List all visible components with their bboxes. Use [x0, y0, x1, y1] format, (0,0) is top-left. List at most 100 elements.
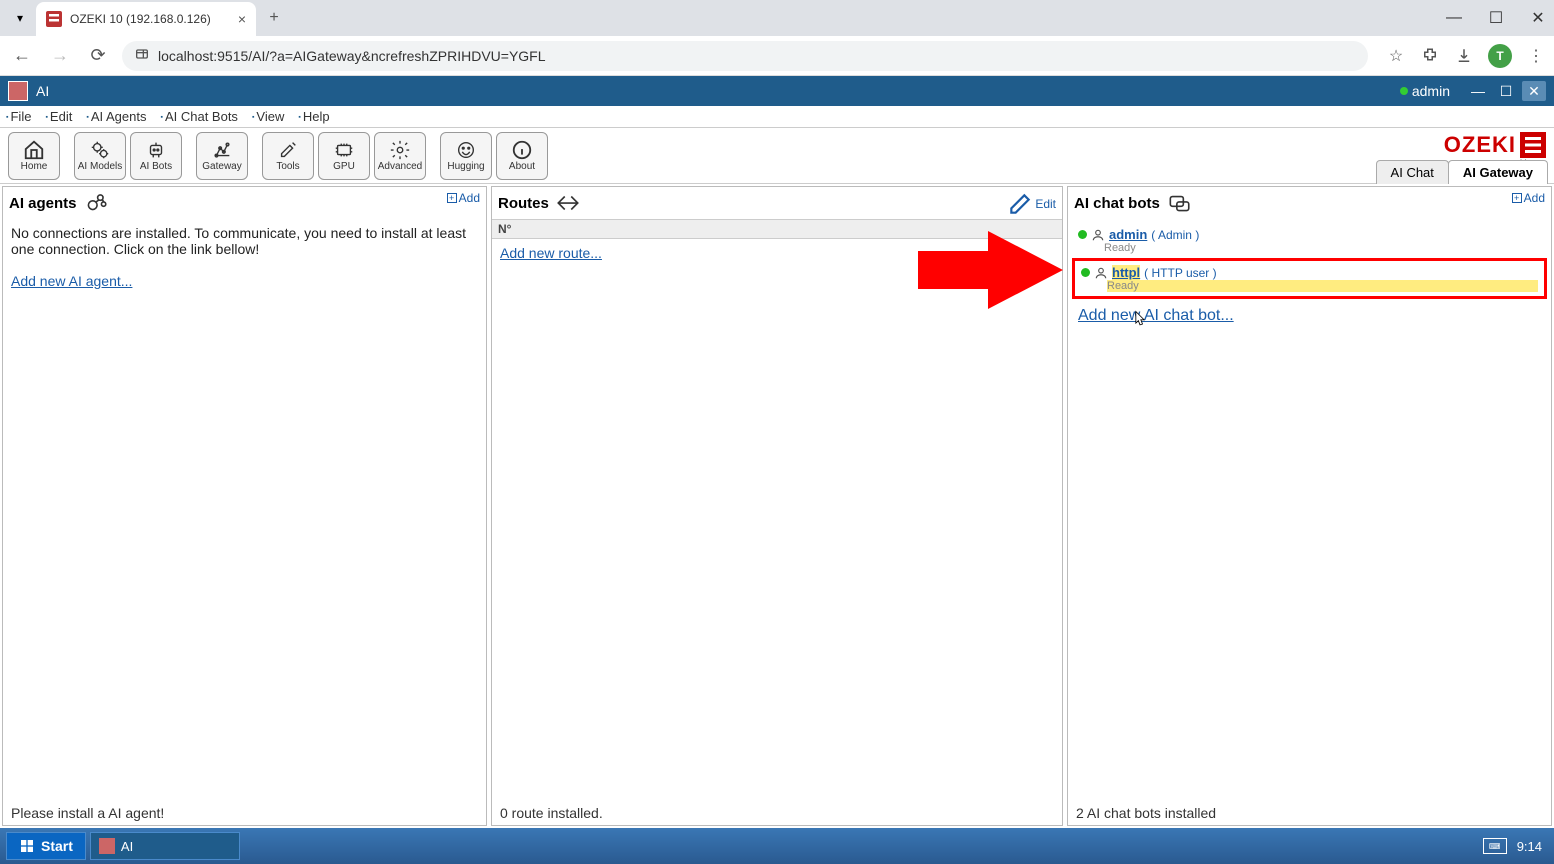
agents-icon: [83, 190, 109, 216]
clock[interactable]: 9:14: [1517, 839, 1542, 854]
ai-bots-label: AI Bots: [140, 161, 172, 172]
forward-button[interactable]: →: [46, 42, 74, 70]
app-icon: [8, 81, 28, 101]
extensions-icon[interactable]: [1420, 46, 1440, 66]
new-tab-button[interactable]: +: [260, 4, 288, 32]
reload-button[interactable]: ⟳: [84, 42, 112, 70]
advanced-button[interactable]: Advanced: [374, 132, 426, 180]
status-dot-icon: [1078, 230, 1087, 239]
app-minimize-icon[interactable]: —: [1466, 81, 1490, 101]
browser-toolbar: ← → ⟳ ☆ T ⋮: [0, 36, 1554, 76]
plus-icon: +: [447, 193, 457, 203]
app-user-label[interactable]: admin: [1412, 83, 1450, 99]
app-close-icon[interactable]: ✕: [1522, 81, 1546, 101]
chatbot-item-http[interactable]: httpl ( HTTP user ) Ready: [1072, 258, 1547, 299]
address-bar[interactable]: [122, 41, 1368, 71]
menu-help[interactable]: Help: [298, 109, 329, 124]
app-maximize-icon[interactable]: ☐: [1494, 81, 1518, 101]
tab-search-dropdown[interactable]: ▾: [8, 6, 32, 30]
task-icon: [99, 838, 115, 854]
app-title: AI: [36, 83, 49, 99]
bookmark-icon[interactable]: ☆: [1386, 46, 1406, 66]
home-icon: [23, 139, 45, 161]
routes-edit-link[interactable]: Edit: [1007, 191, 1056, 217]
person-icon: [1094, 266, 1108, 280]
status-dot-icon: [1081, 268, 1090, 277]
about-button[interactable]: About: [496, 132, 548, 180]
advanced-label: Advanced: [378, 161, 422, 172]
tools-button[interactable]: Tools: [262, 132, 314, 180]
system-tray: ⌨ 9:14: [1483, 838, 1542, 854]
browser-tab-strip: ▾ OZEKI 10 (192.168.0.126) × + — ☐ ✕: [0, 0, 1554, 36]
gateway-label: Gateway: [202, 161, 241, 172]
menu-file[interactable]: File: [6, 109, 31, 124]
window-maximize-icon[interactable]: ☐: [1484, 6, 1508, 30]
chatbot-name[interactable]: httpl: [1112, 265, 1140, 280]
gears-icon: [89, 139, 111, 161]
chatbot-type: Admin: [1158, 228, 1192, 242]
chatbot-name[interactable]: admin: [1109, 227, 1147, 242]
keyboard-icon[interactable]: ⌨: [1483, 838, 1507, 854]
gateway-icon: [211, 139, 233, 161]
home-button[interactable]: Home: [8, 132, 60, 180]
chatbot-type: HTTP user: [1152, 266, 1210, 280]
browser-tab[interactable]: OZEKI 10 (192.168.0.126) ×: [36, 2, 256, 36]
menu-ai-chat-bots[interactable]: AI Chat Bots: [160, 109, 237, 124]
menu-ai-agents[interactable]: AI Agents: [86, 109, 146, 124]
hugging-button[interactable]: Hugging: [440, 132, 492, 180]
menu-edit[interactable]: Edit: [45, 109, 72, 124]
ai-chatbots-pane: AI chat bots +Add admin ( Admin ) Ready …: [1067, 186, 1552, 826]
taskbar: Start AI ⌨ 9:14: [0, 828, 1554, 864]
browser-actions: ☆ T ⋮: [1386, 44, 1546, 68]
menubar: File Edit AI Agents AI Chat Bots View He…: [0, 106, 1554, 128]
ai-models-label: AI Models: [78, 161, 122, 172]
ai-chatbots-add-link[interactable]: +Add: [1512, 191, 1545, 205]
window-minimize-icon[interactable]: —: [1442, 6, 1466, 30]
about-label: About: [509, 161, 535, 172]
url-input[interactable]: [158, 48, 1356, 64]
annotation-arrow: [918, 231, 1063, 309]
window-controls: — ☐ ✕: [1442, 6, 1550, 30]
gateway-button[interactable]: Gateway: [196, 132, 248, 180]
tab-title: OZEKI 10 (192.168.0.126): [70, 12, 230, 26]
app-titlebar: AI admin — ☐ ✕: [0, 76, 1554, 106]
tab-favicon: [46, 11, 62, 27]
start-label: Start: [41, 838, 73, 854]
ai-models-button[interactable]: AI Models: [74, 132, 126, 180]
chatbot-status: Ready: [1107, 280, 1538, 292]
hugging-label: Hugging: [447, 161, 484, 172]
tab-ai-gateway[interactable]: AI Gateway: [1448, 160, 1548, 184]
back-button[interactable]: ←: [8, 42, 36, 70]
routes-title: Routes: [498, 195, 549, 212]
ai-agents-add-link[interactable]: +Add: [447, 191, 480, 205]
logo-icon: [1520, 132, 1546, 158]
gpu-icon: [333, 139, 355, 161]
logo-brand: OZEKI: [1444, 132, 1516, 158]
chrome-menu-icon[interactable]: ⋮: [1526, 46, 1546, 66]
menu-view[interactable]: View: [252, 109, 284, 124]
gpu-label: GPU: [333, 161, 355, 172]
chatbot-item-admin[interactable]: admin ( Admin ) Ready: [1072, 223, 1547, 258]
taskbar-task-ai[interactable]: AI: [90, 832, 240, 860]
start-button[interactable]: Start: [6, 832, 86, 860]
add-chatbot-link[interactable]: Add new AI chat bot...: [1078, 307, 1234, 324]
tab-close-icon[interactable]: ×: [238, 11, 246, 27]
ai-agents-pane: AI agents +Add No connections are instal…: [2, 186, 487, 826]
add-route-link[interactable]: Add new route...: [500, 245, 602, 261]
ai-agents-footer: Please install a AI agent!: [3, 801, 486, 825]
profile-avatar[interactable]: T: [1488, 44, 1512, 68]
ai-bots-button[interactable]: AI Bots: [130, 132, 182, 180]
mode-tabs: AI Chat AI Gateway: [1377, 160, 1548, 184]
tab-ai-chat[interactable]: AI Chat: [1376, 160, 1449, 184]
add-ai-agent-link[interactable]: Add new AI agent...: [11, 273, 132, 289]
routes-icon: [555, 190, 581, 216]
downloads-icon[interactable]: [1454, 46, 1474, 66]
chatbots-icon: [1166, 190, 1192, 216]
window-close-icon[interactable]: ✕: [1526, 6, 1550, 30]
routes-footer: 0 route installed.: [492, 801, 1062, 825]
bot-icon: [145, 139, 167, 161]
site-info-icon[interactable]: [134, 46, 150, 65]
gear-icon: [389, 139, 411, 161]
task-label: AI: [121, 839, 133, 854]
gpu-button[interactable]: GPU: [318, 132, 370, 180]
